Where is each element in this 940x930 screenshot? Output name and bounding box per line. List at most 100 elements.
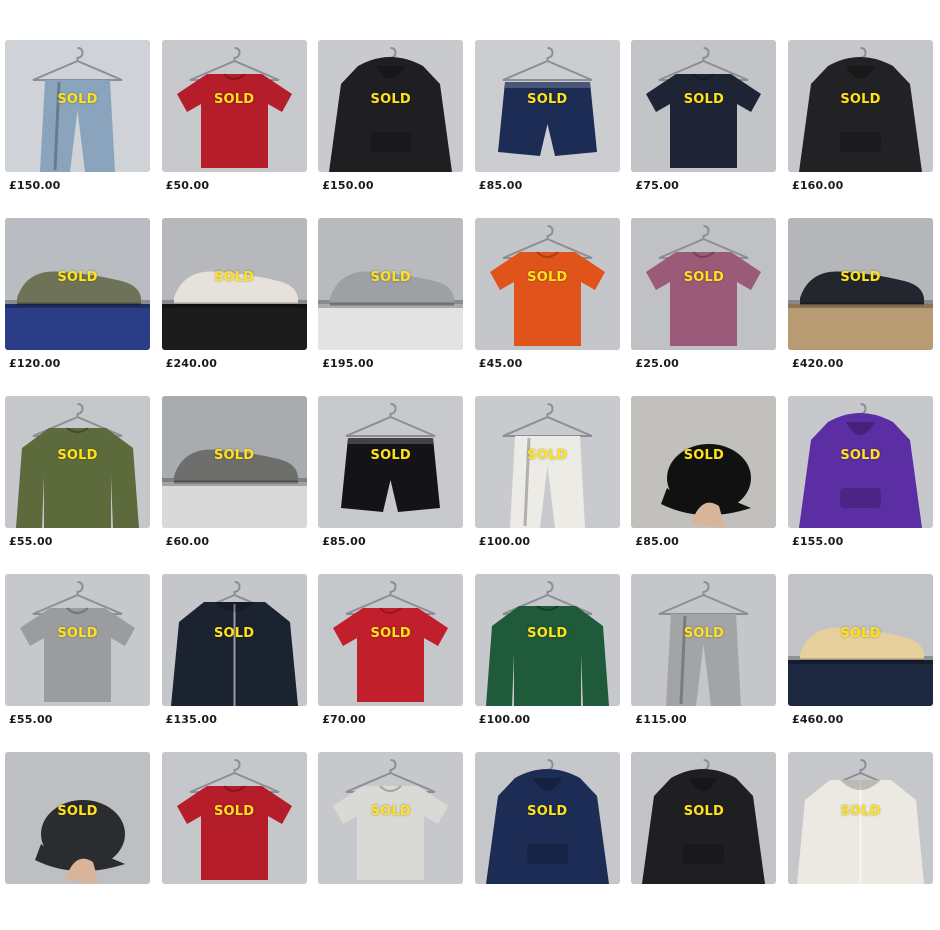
- listing-photo[interactable]: SOLD: [318, 40, 464, 172]
- listing-card[interactable]: SOLD £85.00: [631, 396, 777, 574]
- listing-photo[interactable]: SOLD: [631, 752, 777, 884]
- listing-price: £100.00: [478, 535, 531, 548]
- listing-price: £60.00: [165, 535, 210, 548]
- listing-photo[interactable]: SOLD: [5, 752, 150, 884]
- listing-photo[interactable]: SOLD: [5, 574, 150, 706]
- sold-badge: SOLD: [213, 804, 255, 819]
- listing-photo[interactable]: SOLD: [787, 218, 933, 350]
- listing-card[interactable]: SOLD: [161, 752, 307, 930]
- sold-badge: SOLD: [370, 92, 411, 107]
- listing-card[interactable]: SOLD £55.00: [5, 396, 150, 574]
- listing-card[interactable]: SOLD £155.00: [787, 396, 933, 574]
- listing-price: £155.00: [791, 535, 844, 548]
- listing-photo[interactable]: SOLD: [318, 218, 464, 350]
- listing-photo[interactable]: SOLD: [787, 396, 933, 528]
- sold-badge: SOLD: [527, 626, 568, 641]
- listing-card[interactable]: SOLD £100.00: [474, 574, 620, 752]
- sold-badge: SOLD: [213, 626, 255, 641]
- listing-price: £160.00: [791, 179, 844, 192]
- listing-card[interactable]: SOLD £160.00: [787, 40, 933, 218]
- listing-price: £85.00: [635, 535, 680, 548]
- listing-photo[interactable]: SOLD: [474, 40, 620, 172]
- listing-price: £115.00: [635, 713, 687, 726]
- sold-badge: SOLD: [57, 270, 98, 285]
- listing-price: £55.00: [9, 713, 53, 726]
- listing-photo[interactable]: SOLD: [474, 574, 620, 706]
- listing-photo[interactable]: SOLD: [161, 752, 307, 884]
- listing-price: £55.00: [9, 535, 53, 548]
- listing-price: £45.00: [478, 357, 523, 370]
- listing-card[interactable]: SOLD £120.00: [5, 218, 150, 396]
- listing-card[interactable]: SOLD £25.00: [631, 218, 777, 396]
- listing-photo[interactable]: SOLD: [318, 574, 464, 706]
- listing-card[interactable]: SOLD: [787, 752, 933, 930]
- listing-price: £195.00: [322, 357, 374, 370]
- listing-card[interactable]: SOLD: [318, 752, 464, 930]
- listing-card[interactable]: SOLD £85.00: [318, 396, 464, 574]
- sold-badge: SOLD: [57, 626, 98, 641]
- listing-card[interactable]: SOLD £460.00: [787, 574, 933, 752]
- listing-price: £85.00: [322, 535, 366, 548]
- listing-photo[interactable]: SOLD: [631, 40, 777, 172]
- listing-card[interactable]: SOLD £70.00: [318, 574, 464, 752]
- listing-photo[interactable]: SOLD: [161, 574, 307, 706]
- listing-price: [475, 884, 620, 930]
- listing-card[interactable]: SOLD £85.00: [474, 40, 620, 218]
- listing-photo[interactable]: SOLD: [631, 218, 777, 350]
- listing-card[interactable]: SOLD £75.00: [631, 40, 777, 218]
- listing-card[interactable]: SOLD £100.00: [474, 396, 620, 574]
- listing-price: £25.00: [635, 357, 680, 370]
- sold-badge: SOLD: [213, 92, 255, 107]
- listing-price: £135.00: [165, 713, 218, 726]
- listing-photo[interactable]: SOLD: [474, 752, 620, 884]
- listing-price: £100.00: [478, 713, 531, 726]
- listing-card[interactable]: SOLD £50.00: [161, 40, 307, 218]
- listing-card[interactable]: SOLD £45.00: [474, 218, 620, 396]
- listing-photo[interactable]: SOLD: [474, 218, 620, 350]
- listing-price: [318, 884, 463, 930]
- listing-card[interactable]: SOLD £240.00: [161, 218, 307, 396]
- listing-photo[interactable]: SOLD: [5, 40, 150, 172]
- listing-card[interactable]: SOLD £420.00: [787, 218, 933, 396]
- listing-photo[interactable]: SOLD: [787, 752, 933, 884]
- sold-badge: SOLD: [527, 270, 568, 285]
- listing-photo[interactable]: SOLD: [5, 218, 150, 350]
- listing-photo[interactable]: SOLD: [318, 396, 464, 528]
- listing-price: £70.00: [322, 713, 366, 726]
- sold-badge: SOLD: [370, 804, 411, 819]
- listing-price: £150.00: [322, 179, 374, 192]
- sold-badge: SOLD: [370, 270, 411, 285]
- listing-photo[interactable]: SOLD: [787, 40, 933, 172]
- listing-photo[interactable]: SOLD: [631, 574, 777, 706]
- listing-card[interactable]: SOLD £55.00: [5, 574, 150, 752]
- listing-card[interactable]: SOLD £115.00: [631, 574, 777, 752]
- listing-photo[interactable]: SOLD: [161, 218, 307, 350]
- sold-badge: SOLD: [527, 448, 568, 463]
- listings-grid: SOLD £150.00 SOLD £50.00 SOLD £150.00 SOLD £…: [5, 40, 935, 930]
- listing-photo[interactable]: SOLD: [631, 396, 777, 528]
- listing-price: £120.00: [9, 357, 61, 370]
- sold-badge: SOLD: [527, 92, 568, 107]
- listing-price: [788, 884, 933, 930]
- listing-card[interactable]: SOLD: [631, 752, 777, 930]
- listing-card[interactable]: SOLD £150.00: [5, 40, 150, 218]
- listing-price: £75.00: [635, 179, 680, 192]
- listing-card[interactable]: SOLD: [5, 752, 150, 930]
- listing-photo[interactable]: SOLD: [5, 396, 150, 528]
- listing-card[interactable]: SOLD £195.00: [318, 218, 464, 396]
- listing-photo[interactable]: SOLD: [787, 574, 933, 706]
- sold-badge: SOLD: [840, 804, 881, 819]
- listing-photo[interactable]: SOLD: [161, 396, 307, 528]
- sold-badge: SOLD: [683, 270, 725, 285]
- listing-card[interactable]: SOLD: [474, 752, 620, 930]
- sold-badge: SOLD: [57, 804, 98, 819]
- listing-card[interactable]: SOLD £60.00: [161, 396, 307, 574]
- listing-card[interactable]: SOLD £135.00: [161, 574, 307, 752]
- listing-photo[interactable]: SOLD: [474, 396, 620, 528]
- sold-badge: SOLD: [57, 92, 98, 107]
- listing-photo[interactable]: SOLD: [318, 752, 464, 884]
- listing-photo[interactable]: SOLD: [161, 40, 307, 172]
- sold-badge: SOLD: [840, 270, 881, 285]
- listing-card[interactable]: SOLD £150.00: [318, 40, 464, 218]
- sold-badge: SOLD: [683, 626, 725, 641]
